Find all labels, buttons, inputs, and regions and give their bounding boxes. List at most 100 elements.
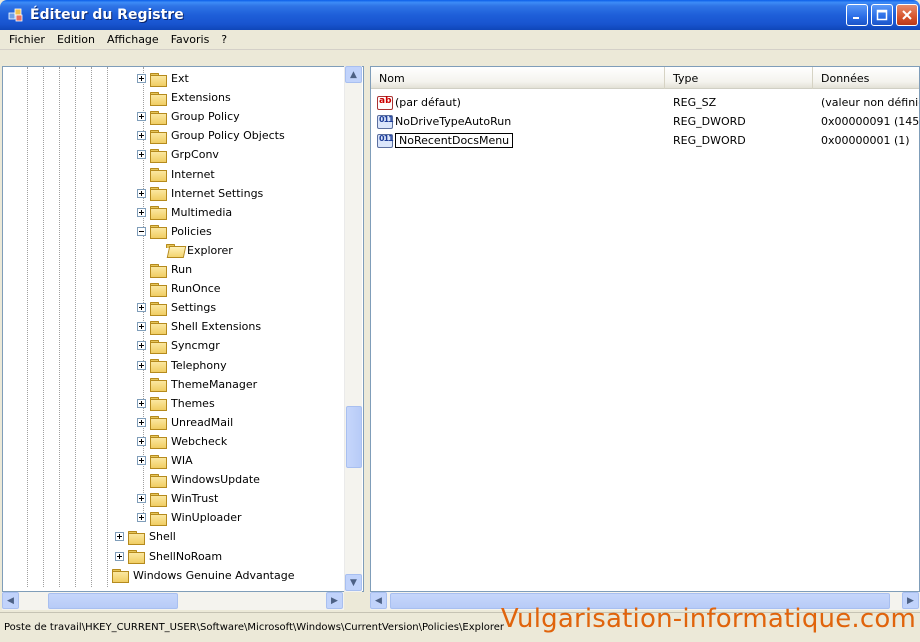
tree-item-label: WIA	[171, 454, 193, 467]
expand-icon[interactable]	[137, 360, 146, 370]
tree-item-label: Telephony	[171, 358, 227, 372]
tree-item[interactable]: ThemeManager	[137, 375, 257, 394]
value-type-glyph: ab	[379, 95, 392, 106]
collapse-icon[interactable]	[137, 226, 146, 236]
expand-icon[interactable]	[137, 456, 146, 465]
maximize-button[interactable]	[871, 4, 893, 26]
string-value-icon: ab	[377, 95, 393, 110]
tree-item[interactable]: Ext	[137, 69, 189, 88]
tree-item[interactable]: Policies	[137, 222, 212, 241]
list-item[interactable]: 011 NoRecentDocsMenu REG_DWORD 0x00000001 (…	[371, 131, 919, 150]
expand-icon[interactable]	[137, 341, 146, 351]
expand-icon[interactable]	[137, 513, 146, 523]
value-data: (valeur non définie)	[821, 96, 920, 109]
folder-icon	[150, 187, 167, 202]
close-button[interactable]	[896, 4, 918, 26]
scroll-right-button[interactable]: ▶	[326, 592, 343, 609]
folder-icon	[150, 435, 167, 450]
tree-item[interactable]: Internet	[137, 165, 215, 184]
close-icon	[902, 10, 912, 20]
tree-item[interactable]: Multimedia	[137, 203, 232, 222]
tree-item[interactable]: WIA	[137, 451, 193, 470]
tree-item[interactable]: Syncmgr	[137, 336, 220, 355]
registry-tree[interactable]: Ext Extensions Group Policy Group Policy Ob…	[2, 66, 364, 592]
tree-item[interactable]: ShellNoRoam	[115, 547, 222, 566]
tree-item[interactable]: Group Policy Objects	[137, 126, 285, 145]
menu-favoris[interactable]: Favoris	[165, 33, 216, 46]
tree-item[interactable]: Run	[137, 260, 192, 279]
tree-item-label: Shell Extensions	[171, 320, 262, 334]
expand-icon[interactable]	[137, 131, 146, 141]
tree-item[interactable]: Themes	[137, 394, 215, 413]
tree-item[interactable]: Telephony	[137, 356, 227, 375]
menu-affichage[interactable]: Affichage	[101, 33, 165, 46]
folder-icon	[150, 148, 167, 163]
expand-icon[interactable]	[137, 188, 146, 198]
dword-value-icon: 011	[377, 114, 394, 129]
watermark: Vulgarisation-informatique.com	[500, 604, 916, 634]
scroll-thumb[interactable]	[346, 406, 362, 468]
tree-horizontal-scrollbar[interactable]: ◀ ▶	[2, 592, 344, 610]
expand-icon[interactable]	[137, 322, 146, 332]
menu-fichier[interactable]: Fichier	[3, 33, 51, 46]
tree-item[interactable]: RunOnce	[137, 279, 221, 298]
tree-item[interactable]: Group Policy	[137, 107, 240, 126]
value-type: REG_SZ	[673, 96, 717, 109]
tree-vertical-scrollbar[interactable]: ▲ ▼	[344, 66, 362, 592]
tree-item-label: Policies	[171, 224, 212, 238]
expand-icon[interactable]	[137, 74, 146, 83]
tree-item[interactable]: Settings	[137, 298, 216, 317]
tree-item-label: WinUploader	[171, 511, 242, 525]
tree-item[interactable]: Extensions	[137, 88, 231, 107]
tree-item[interactable]: Windows Genuine Advantage	[99, 566, 294, 585]
value-name: (par défaut)	[395, 96, 461, 109]
tree-guide-line	[107, 67, 108, 587]
tree-item[interactable]: Shell Extensions	[137, 317, 261, 336]
tree-hscroll-thumb[interactable]	[48, 593, 178, 609]
folder-icon	[150, 454, 167, 469]
tree-item-label: Ext	[171, 72, 189, 85]
expand-icon[interactable]	[137, 398, 146, 408]
column-type[interactable]: Type	[665, 67, 813, 89]
list-item[interactable]: ab (par défaut) REG_SZ (valeur non définie)	[371, 93, 920, 112]
tree-item[interactable]: WindowsUpdate	[137, 470, 260, 489]
folder-icon	[150, 378, 167, 393]
folder-icon	[150, 359, 167, 373]
menu-edition[interactable]: Edition	[51, 33, 101, 46]
expand-icon[interactable]	[137, 150, 146, 160]
dword-value-icon: 011	[377, 133, 394, 148]
tree-item[interactable]: Internet Settings	[137, 184, 263, 203]
expand-icon[interactable]	[137, 112, 146, 122]
column-nom[interactable]: Nom	[371, 67, 665, 89]
expand-icon[interactable]	[115, 532, 124, 542]
minimize-button[interactable]	[846, 4, 868, 26]
tree-item-label: Explorer	[187, 243, 233, 257]
expand-icon[interactable]	[115, 551, 124, 561]
title-bar[interactable]: Éditeur du Registre	[0, 0, 920, 30]
expand-icon[interactable]	[137, 207, 146, 217]
folder-icon	[150, 263, 167, 278]
tree-item-label: Run	[171, 263, 193, 276]
tree-item[interactable]: GrpConv	[137, 145, 219, 164]
tree-item[interactable]: WinTrust	[137, 489, 218, 508]
expand-icon[interactable]	[137, 417, 146, 427]
expand-icon[interactable]	[137, 303, 146, 313]
tree-item[interactable]: Explorer	[153, 241, 233, 260]
values-list[interactable]: Nom Type Données ab (par défaut) REG_SZ (va…	[370, 66, 920, 592]
scroll-left-button[interactable]: ◀	[2, 592, 19, 609]
tree-item[interactable]: UnreadMail	[137, 413, 233, 432]
tree-item[interactable]: Shell	[115, 527, 176, 546]
scroll-up-button[interactable]: ▲	[345, 66, 362, 83]
scroll-down-button[interactable]: ▼	[345, 574, 362, 591]
expand-icon[interactable]	[137, 436, 146, 446]
tree-item[interactable]: WinUploader	[137, 508, 242, 527]
menu-help[interactable]: ?	[215, 33, 233, 46]
value-type: REG_DWORD	[673, 115, 746, 128]
tree-item[interactable]: Webcheck	[137, 432, 227, 451]
minimize-icon	[853, 17, 859, 19]
list-scroll-left-button[interactable]: ◀	[370, 592, 387, 609]
expand-icon[interactable]	[137, 494, 146, 504]
list-item[interactable]: 011 NoDriveTypeAutoRun REG_DWORD 0x00000091…	[371, 112, 919, 131]
value-type-glyph: 011	[379, 133, 394, 143]
column-donnees[interactable]: Données	[813, 67, 919, 89]
